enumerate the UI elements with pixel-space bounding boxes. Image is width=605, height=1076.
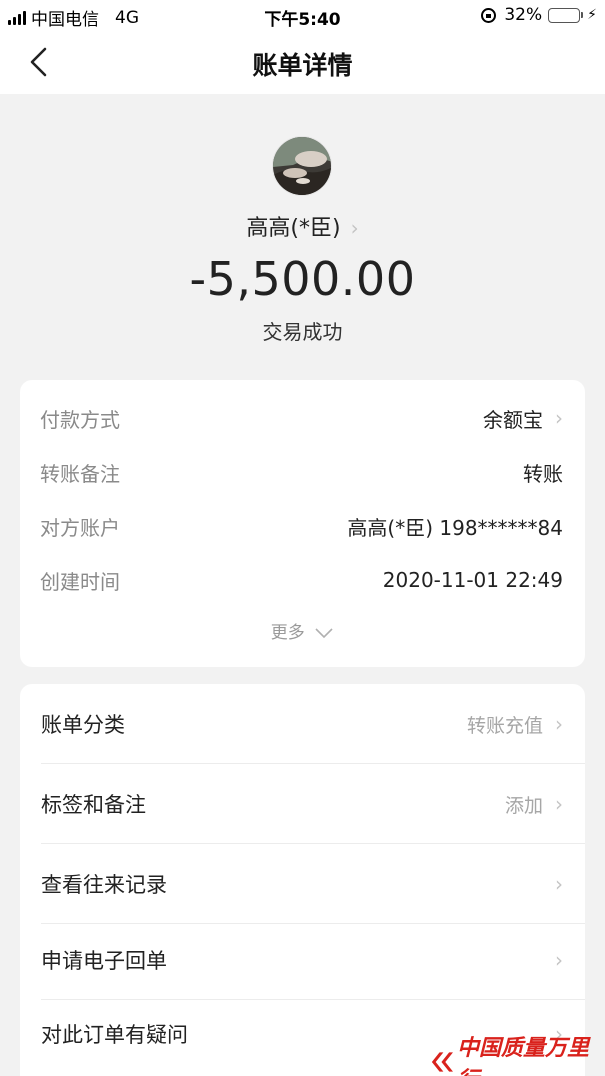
chevron-right-icon: › [555,712,563,736]
charging-icon: ⚡ [587,7,597,23]
action-label: 账单分类 [41,713,125,737]
action-row-history[interactable]: 查看往来记录 › [20,844,585,924]
chevron-right-icon: › [555,406,563,430]
action-right: 转账充值 › [467,711,563,738]
transaction-status: 交易成功 [262,320,343,344]
more-label: 更多 [270,623,305,643]
orientation-lock-icon [481,7,497,23]
chevron-right-icon: › [350,216,359,240]
battery-icon [548,7,584,23]
action-label: 查看往来记录 [41,873,167,897]
action-row-e-receipt[interactable]: 申请电子回单 › [20,920,585,1000]
chevron-right-icon: › [555,872,563,896]
detail-row-payment-method[interactable]: 付款方式 余额宝 › [40,403,563,433]
detail-label: 转账备注 [40,461,120,486]
payment-method-value: 余额宝 [483,407,543,432]
detail-value: 转账 [523,461,563,486]
chevron-right-icon: › [555,792,563,816]
action-value: 转账充值 [466,714,543,737]
action-value: 添加 [504,794,543,817]
actions-card: 账单分类 转账充值 › 标签和备注 添加 › 查看往来记录 › 申请电子回单 ›… [20,684,585,1076]
detail-value: 高高(*臣) 198******84 [347,515,563,540]
action-label: 申请电子回单 [41,949,167,973]
transaction-header: 高高(*臣) › -5,500.00 交易成功 [0,94,605,376]
detail-row-counterparty: 对方账户 高高(*臣) 198******84 [40,511,563,541]
detail-label: 对方账户 [40,515,120,540]
detail-row-created-time: 创建时间 2020-11-01 22:49 [40,565,563,595]
detail-label: 付款方式 [40,407,120,432]
chevron-down-icon [315,628,333,639]
action-right: › [543,872,563,896]
more-button[interactable]: 更多 [20,618,585,643]
details-card: 付款方式 余额宝 › 转账备注 转账 对方账户 高高(*臣) 198******… [20,380,585,667]
transaction-amount: -5,500.00 [189,252,416,306]
detail-label: 创建时间 [40,569,120,594]
status-right: 32% ⚡ [481,5,597,25]
detail-value: 2020-11-01 22:49 [382,568,563,592]
watermark-logo-icon [431,1052,453,1072]
payee-name: 高高(*臣) [246,216,341,241]
action-row-tags-notes[interactable]: 标签和备注 添加 › [20,764,585,844]
action-right: 添加 › [505,791,563,818]
watermark: 中国质量万里行 [428,1030,605,1076]
watermark-text: 中国质量万里行 [456,1035,589,1076]
detail-value: 余额宝 › [483,404,563,433]
page-title: 账单详情 [252,51,353,80]
chevron-right-icon: › [555,948,563,972]
action-label: 对此订单有疑问 [41,1023,188,1047]
action-label: 标签和备注 [41,793,146,817]
status-bar: 中国电信 4G 下午5:40 32% ⚡ [0,0,605,30]
action-right: › [543,948,563,972]
payee-name-link[interactable]: 高高(*臣) › [0,210,605,242]
detail-row-note: 转账备注 转账 [40,457,563,487]
avatar[interactable] [272,136,332,196]
avatar-image [273,137,331,195]
nav-bar: 账单详情 [0,30,605,94]
action-row-bill-category[interactable]: 账单分类 转账充值 › [20,684,585,764]
battery-percent: 32% [504,5,543,25]
